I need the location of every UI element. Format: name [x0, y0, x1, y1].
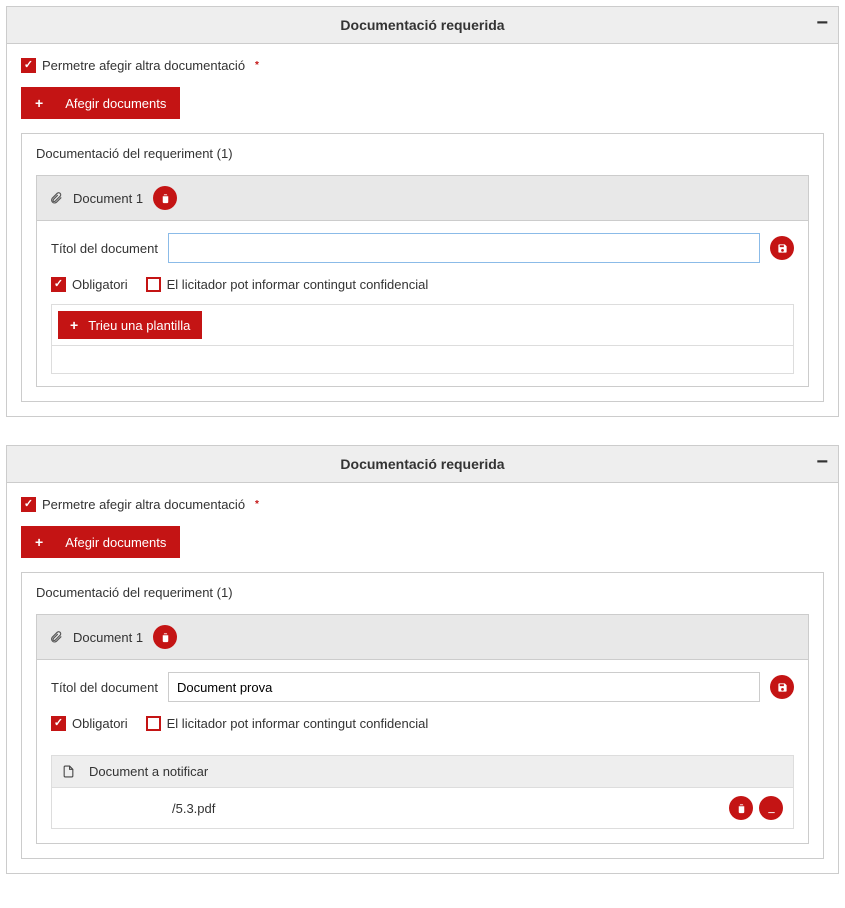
document-name: Document 1	[73, 191, 143, 206]
required-docs-panel: Documentació requerida − Permetre afegir…	[6, 445, 839, 874]
confidential-option: El licitador pot informar contingut conf…	[146, 277, 429, 292]
document-name: Document 1	[73, 630, 143, 645]
mandatory-option: Obligatori	[51, 277, 128, 292]
file-actions	[729, 796, 783, 820]
title-label: Títol del document	[51, 680, 158, 695]
document-body: Títol del document Obligatori	[37, 221, 808, 386]
requirement-docs-subpanel: Documentació del requeriment (1) Documen…	[21, 572, 824, 859]
save-title-button[interactable]	[770, 236, 794, 260]
required-asterisk: *	[255, 499, 259, 510]
add-documents-button[interactable]: + Afegir documents	[21, 526, 180, 558]
choose-template-button[interactable]: + Trieu una plantilla	[58, 311, 202, 339]
collapse-icon[interactable]: −	[816, 452, 828, 472]
paperclip-icon	[49, 191, 63, 205]
delete-file-button[interactable]	[729, 796, 753, 820]
template-block: + Trieu una plantilla	[51, 304, 794, 374]
document-card-header: Document 1	[37, 615, 808, 660]
allow-other-row: Permetre afegir altra documentació *	[21, 497, 824, 512]
document-card: Document 1 Títol del document	[36, 614, 809, 844]
document-card: Document 1 Títol del document	[36, 175, 809, 387]
notify-file-row: /5.3.pdf	[52, 788, 793, 828]
download-file-button[interactable]	[759, 796, 783, 820]
title-input[interactable]	[168, 233, 760, 263]
options-row: Obligatori El licitador pot informar con…	[51, 716, 794, 731]
delete-document-button[interactable]	[153, 625, 177, 649]
mandatory-option: Obligatori	[51, 716, 128, 731]
allow-other-checkbox[interactable]	[21, 58, 36, 73]
delete-document-button[interactable]	[153, 186, 177, 210]
notify-block: Document a notificar /5.3.pdf	[51, 755, 794, 829]
allow-other-label: Permetre afegir altra documentació	[42, 497, 245, 512]
requirement-docs-subpanel: Documentació del requeriment (1) Documen…	[21, 133, 824, 402]
plus-icon: +	[70, 317, 78, 333]
confidential-label: El licitador pot informar contingut conf…	[167, 716, 429, 731]
notify-header: Document a notificar	[52, 756, 793, 788]
mandatory-label: Obligatori	[72, 277, 128, 292]
required-docs-panel: Documentació requerida − Permetre afegir…	[6, 6, 839, 417]
requirement-docs-label: Documentació del requeriment (1)	[22, 573, 823, 614]
mandatory-checkbox[interactable]	[51, 277, 66, 292]
required-asterisk: *	[255, 60, 259, 71]
title-label: Títol del document	[51, 241, 158, 256]
save-title-button[interactable]	[770, 675, 794, 699]
mandatory-checkbox[interactable]	[51, 716, 66, 731]
add-documents-button[interactable]: + Afegir documents	[21, 87, 180, 119]
confidential-checkbox[interactable]	[146, 716, 161, 731]
panel-body: Permetre afegir altra documentació * + A…	[7, 44, 838, 416]
allow-other-label: Permetre afegir altra documentació	[42, 58, 245, 73]
title-field-row: Títol del document	[51, 233, 794, 263]
document-card-header: Document 1	[37, 176, 808, 221]
panel-header: Documentació requerida −	[7, 446, 838, 483]
title-input[interactable]	[168, 672, 760, 702]
plus-icon: +	[35, 95, 43, 111]
mandatory-label: Obligatori	[72, 716, 128, 731]
add-documents-label: Afegir documents	[65, 535, 166, 550]
confidential-option: El licitador pot informar contingut conf…	[146, 716, 429, 731]
choose-template-label: Trieu una plantilla	[88, 318, 190, 333]
panel-title: Documentació requerida	[340, 456, 504, 472]
file-icon	[62, 765, 75, 778]
add-documents-label: Afegir documents	[65, 96, 166, 111]
document-body: Títol del document Obligatori	[37, 660, 808, 755]
collapse-icon[interactable]: −	[816, 13, 828, 33]
confidential-label: El licitador pot informar contingut conf…	[167, 277, 429, 292]
filename: /5.3.pdf	[62, 801, 729, 816]
allow-other-row: Permetre afegir altra documentació *	[21, 58, 824, 73]
requirement-docs-label: Documentació del requeriment (1)	[22, 134, 823, 175]
title-field-row: Títol del document	[51, 672, 794, 702]
template-empty-row	[52, 345, 793, 373]
confidential-checkbox[interactable]	[146, 277, 161, 292]
panel-body: Permetre afegir altra documentació * + A…	[7, 483, 838, 873]
paperclip-icon	[49, 630, 63, 644]
panel-header: Documentació requerida −	[7, 7, 838, 44]
plus-icon: +	[35, 534, 43, 550]
options-row: Obligatori El licitador pot informar con…	[51, 277, 794, 292]
notify-header-label: Document a notificar	[89, 764, 208, 779]
panel-title: Documentació requerida	[340, 17, 504, 33]
allow-other-checkbox[interactable]	[21, 497, 36, 512]
